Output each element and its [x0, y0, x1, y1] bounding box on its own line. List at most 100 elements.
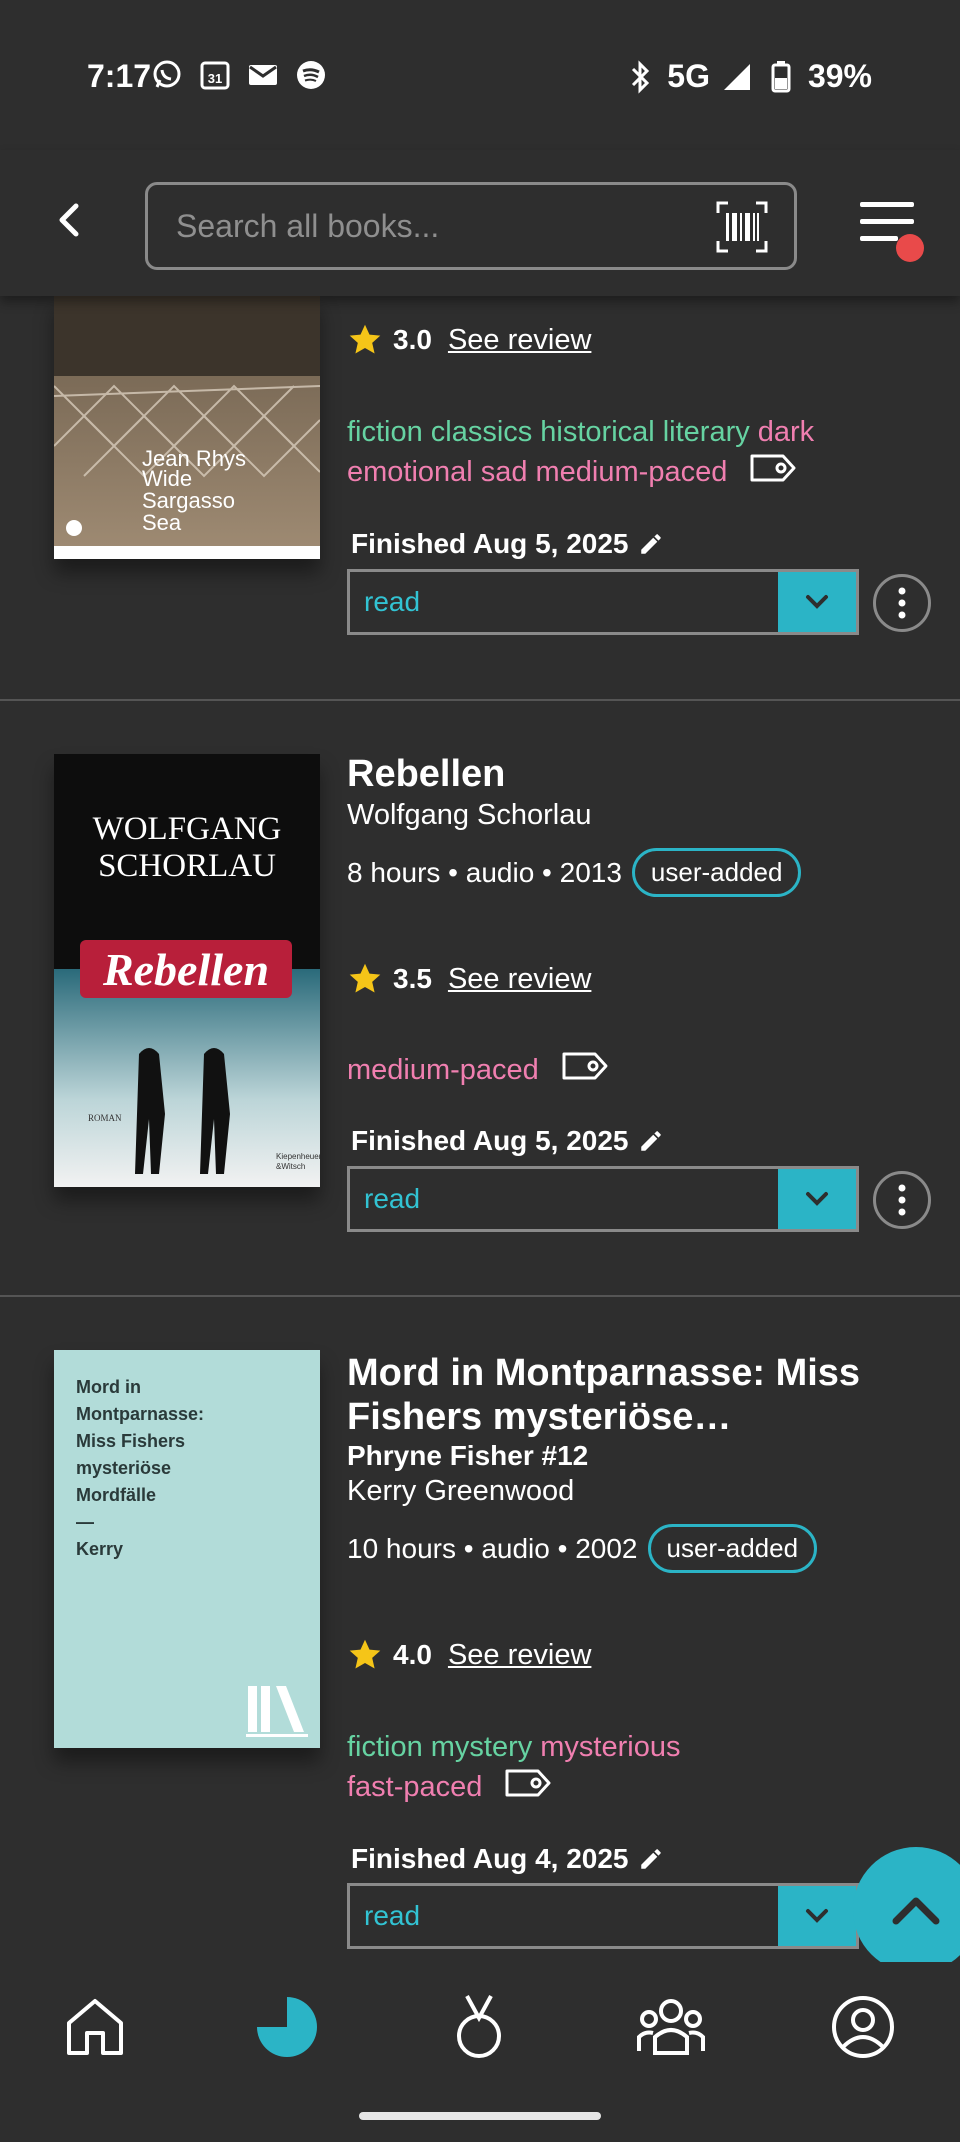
system-status: 5G 39%	[623, 58, 872, 95]
book-cover[interactable]: WOLFGANG SCHORLAU Rebellen ROMAN Kiepenh…	[54, 754, 320, 1187]
stats-icon	[257, 1997, 317, 2057]
back-arrow-icon	[59, 203, 79, 237]
reading-status-select[interactable]: read	[347, 1883, 859, 1949]
book-meta-text: 8 hours • audio • 2013	[347, 856, 622, 888]
add-tag-icon[interactable]	[749, 453, 797, 494]
status-dropdown-button[interactable]	[778, 1169, 856, 1229]
book-meta: 10 hours • audio • 2002 user-added	[347, 1524, 818, 1573]
svg-text:31: 31	[208, 71, 222, 86]
tag-literary[interactable]: literary	[663, 416, 750, 448]
barcode-scan-button[interactable]	[716, 201, 768, 253]
tag-sad[interactable]: sad	[481, 456, 528, 488]
tag-classics[interactable]: classics	[431, 416, 533, 448]
book-author[interactable]: Wolfgang Schorlau	[347, 799, 592, 832]
more-options-button[interactable]	[873, 574, 931, 632]
edit-pencil-icon	[641, 1131, 662, 1151]
search-input[interactable]	[176, 203, 676, 249]
star-icon	[349, 324, 381, 354]
tag-medium-paced[interactable]: medium-paced	[536, 456, 728, 488]
status-dropdown-button[interactable]	[778, 1886, 856, 1946]
svg-text:WOLFGANG: WOLFGANG	[93, 811, 282, 847]
finished-text: Finished Aug 5, 2025	[351, 528, 629, 559]
mail-icon	[246, 58, 280, 92]
nav-stats[interactable]	[252, 1992, 322, 2062]
tag-emotional[interactable]: emotional	[347, 456, 473, 488]
user-added-badge: user-added	[647, 1524, 818, 1573]
nav-challenges[interactable]	[444, 1992, 514, 2062]
app-header	[0, 150, 960, 296]
see-review-link[interactable]: See review	[448, 1639, 591, 1672]
star-icon	[349, 963, 381, 993]
nav-community[interactable]	[636, 1992, 706, 2062]
chevron-down-icon	[806, 595, 828, 609]
nav-home[interactable]	[60, 1992, 130, 2062]
tag-fiction[interactable]: fiction	[347, 1731, 423, 1763]
tag-dark[interactable]: dark	[758, 416, 814, 448]
notification-icons: 31	[150, 58, 328, 92]
see-review-link[interactable]: See review	[448, 963, 591, 996]
spotify-icon	[294, 58, 328, 92]
scroll-to-top-button[interactable]	[853, 1847, 960, 1973]
back-button[interactable]	[50, 200, 90, 240]
publisher-logo-icon	[246, 1686, 308, 1737]
svg-text:ROMAN: ROMAN	[88, 1113, 122, 1123]
bottom-navigation	[0, 1962, 960, 2142]
rating-row: 3.5 See review	[347, 961, 591, 997]
bluetooth-icon	[623, 59, 657, 94]
book-cover[interactable]: Jean Rhys Wide Sargasso Sea	[54, 296, 320, 559]
rating-row: 3.0 See review	[347, 322, 591, 358]
more-vertical-icon	[898, 587, 906, 619]
more-options-button[interactable]	[873, 1171, 931, 1229]
cover-text: Mord in Montparnasse: Miss Fishers myste…	[76, 1377, 205, 1559]
medal-icon	[457, 1995, 501, 2058]
tag-mysterious[interactable]: mysterious	[540, 1731, 680, 1763]
barcode-icon	[716, 201, 768, 253]
book-cover[interactable]: Mord in Montparnasse: Miss Fishers myste…	[54, 1350, 320, 1748]
tag-fast-paced[interactable]: fast-paced	[347, 1771, 482, 1803]
rating-row: 4.0 See review	[347, 1637, 591, 1673]
svg-text:Kiepenheuer: Kiepenheuer	[276, 1152, 320, 1161]
chevron-up-icon	[892, 1897, 940, 1925]
home-indicator[interactable]	[359, 2112, 601, 2120]
tag-medium-paced[interactable]: medium-paced	[347, 1054, 539, 1086]
profile-icon	[832, 1996, 894, 2058]
book-series[interactable]: Phryne Fisher #12	[347, 1440, 588, 1472]
book-meta-text: 10 hours • audio • 2002	[347, 1532, 638, 1564]
status-dropdown-button[interactable]	[778, 572, 856, 632]
finished-date[interactable]: Finished Aug 4, 2025	[351, 1843, 664, 1875]
tag-list: fiction mystery mysterious fast-paced	[347, 1727, 887, 1809]
reading-status-select[interactable]: read	[347, 1166, 859, 1232]
tag-historical[interactable]: historical	[540, 416, 654, 448]
book-title[interactable]: Mord in Montparnasse: Miss Fishers myste…	[347, 1351, 867, 1439]
status-time: 7:17	[87, 58, 152, 94]
chevron-down-icon	[806, 1192, 828, 1206]
status-value: read	[364, 1183, 421, 1214]
book-author[interactable]: Kerry Greenwood	[347, 1475, 574, 1508]
divider	[0, 1295, 960, 1297]
network-type: 5G	[667, 58, 710, 94]
add-tag-icon[interactable]	[504, 1768, 552, 1809]
star-icon	[349, 1639, 381, 1669]
add-tag-icon[interactable]	[561, 1051, 609, 1092]
finished-text: Finished Aug 4, 2025	[351, 1843, 629, 1874]
tag-fiction[interactable]: fiction	[347, 416, 423, 448]
svg-text:Sea: Sea	[142, 510, 182, 535]
nav-profile[interactable]	[828, 1992, 898, 2062]
user-added-badge: user-added	[631, 848, 802, 897]
tag-mystery[interactable]: mystery	[431, 1731, 533, 1763]
edit-pencil-icon	[641, 1849, 662, 1869]
rating-value: 3.0	[393, 324, 432, 355]
finished-text: Finished Aug 5, 2025	[351, 1125, 629, 1156]
chevron-down-icon	[806, 1909, 828, 1923]
book-title[interactable]: Rebellen	[347, 752, 505, 796]
finished-date[interactable]: Finished Aug 5, 2025	[351, 528, 664, 560]
search-box[interactable]	[145, 182, 797, 270]
book-meta: 8 hours • audio • 2013 user-added	[347, 848, 802, 897]
svg-text:Rebellen: Rebellen	[102, 944, 269, 995]
reading-status-select[interactable]: read	[347, 569, 859, 635]
finished-date[interactable]: Finished Aug 5, 2025	[351, 1125, 664, 1157]
home-icon	[67, 1999, 123, 2055]
see-review-link[interactable]: See review	[448, 324, 591, 357]
status-value: read	[364, 586, 421, 617]
svg-text:&Witsch: &Witsch	[276, 1162, 305, 1171]
